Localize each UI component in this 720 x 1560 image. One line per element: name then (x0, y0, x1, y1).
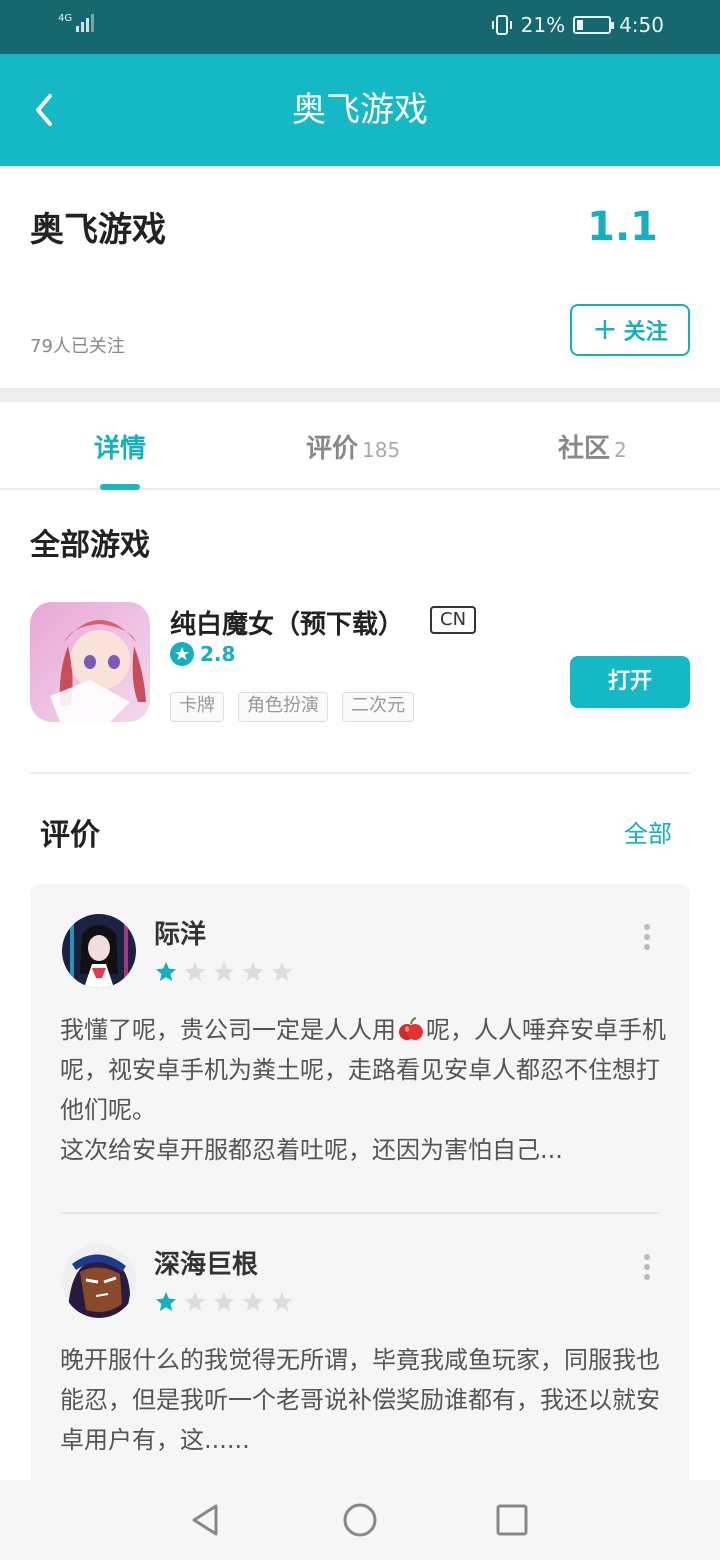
avatar[interactable] (62, 914, 136, 988)
follower-count: 79人已关注 (30, 336, 125, 357)
clock: 4:50 (619, 13, 664, 37)
game-name: 纯白魔女（预下载） (170, 610, 405, 640)
star-rating (154, 960, 294, 984)
avatar[interactable] (62, 1244, 136, 1318)
developer-score: 1.1 (587, 204, 658, 250)
tab-label: 社区 (558, 434, 611, 464)
status-bar: 4G 21% 4:50 (0, 0, 720, 54)
region-badge: CN (430, 606, 477, 634)
game-rating: 2.8 (170, 642, 235, 666)
more-options-icon[interactable] (644, 924, 652, 954)
games-section-title: 全部游戏 (30, 528, 150, 563)
tab-community[interactable]: 社区 2 (558, 428, 627, 465)
network-type: 4G (58, 13, 73, 24)
tab-label: 详情 (94, 434, 147, 464)
tag[interactable]: 二次元 (342, 692, 414, 722)
star-rating (154, 1290, 294, 1314)
tab-indicator (100, 484, 140, 490)
open-button[interactable]: 打开 (570, 656, 690, 708)
signal-icon: 4G (58, 13, 95, 32)
review-username: 际洋 (154, 920, 207, 950)
game-item[interactable]: 纯白魔女（预下载） CN 2.8 卡牌 角色扮演 二次元 打开 (30, 602, 690, 726)
star-filled-icon (156, 962, 176, 981)
game-icon[interactable] (30, 602, 150, 722)
tab-reviews[interactable]: 评价 185 (306, 428, 400, 465)
home-circle-icon[interactable] (340, 1500, 380, 1540)
section-gap (0, 388, 720, 402)
rating-value: 2.8 (200, 642, 236, 666)
tab-bar: 详情 评价 185 社区 2 (0, 402, 720, 490)
tab-count: 2 (614, 438, 627, 462)
star-empty-icon (272, 1292, 292, 1311)
game-tags: 卡牌 角色扮演 二次元 (170, 692, 414, 722)
tag[interactable]: 角色扮演 (238, 692, 328, 722)
tab-count: 185 (362, 438, 401, 462)
battery-icon (573, 16, 615, 34)
tab-label: 评价 (306, 434, 359, 464)
nav-title: 奥飞游戏 (292, 90, 428, 130)
star-empty-icon (243, 962, 263, 981)
apple-icon (399, 1017, 423, 1040)
vibrate-icon (491, 15, 512, 35)
star-empty-icon (185, 962, 205, 981)
tag[interactable]: 卡牌 (170, 692, 224, 722)
developer-name: 奥飞游戏 (30, 210, 166, 250)
reviews-section-title: 评价 (40, 818, 100, 853)
star-empty-icon (214, 962, 234, 981)
back-triangle-icon[interactable] (186, 1500, 226, 1540)
star-empty-icon (185, 1292, 205, 1311)
divider (30, 772, 690, 774)
review-username: 深海巨根 (154, 1250, 259, 1280)
review-text: 晚开服什么的我觉得无所谓，毕竟我咸鱼玩家，同服我也能忍，但是我听一个老哥说补偿奖… (60, 1346, 660, 1454)
follow-label: 关注 (623, 320, 668, 345)
battery-percent: 21% (520, 13, 566, 37)
star-empty-icon (243, 1292, 263, 1311)
tab-details[interactable]: 详情 (94, 428, 146, 465)
follow-button[interactable]: + 关注 (570, 304, 690, 356)
system-nav-bar (0, 1480, 720, 1560)
reviews-card: 际洋 我懂了呢，贵公司一定是人人用 呢，人人唾弃安卓手机呢，视安卓手机为粪土呢，走… (30, 884, 690, 1504)
more-options-icon[interactable] (644, 1254, 652, 1284)
star-filled-icon (156, 1292, 176, 1311)
recents-square-icon[interactable] (492, 1500, 532, 1540)
review-divider (60, 1212, 660, 1214)
nav-bar: 奥飞游戏 (0, 54, 720, 166)
developer-header: 奥飞游戏 1.1 79人已关注 + 关注 (0, 166, 720, 388)
star-empty-icon (214, 1292, 234, 1311)
review-text: 我懂了呢，贵公司一定是人人用 呢，人人唾弃安卓手机呢，视安卓手机为粪土呢，走路看见… (60, 1016, 666, 1164)
plus-icon: + (592, 312, 618, 347)
star-badge-icon (170, 642, 194, 666)
star-empty-icon (272, 962, 292, 981)
reviews-all-link[interactable]: 全部 (624, 814, 672, 849)
